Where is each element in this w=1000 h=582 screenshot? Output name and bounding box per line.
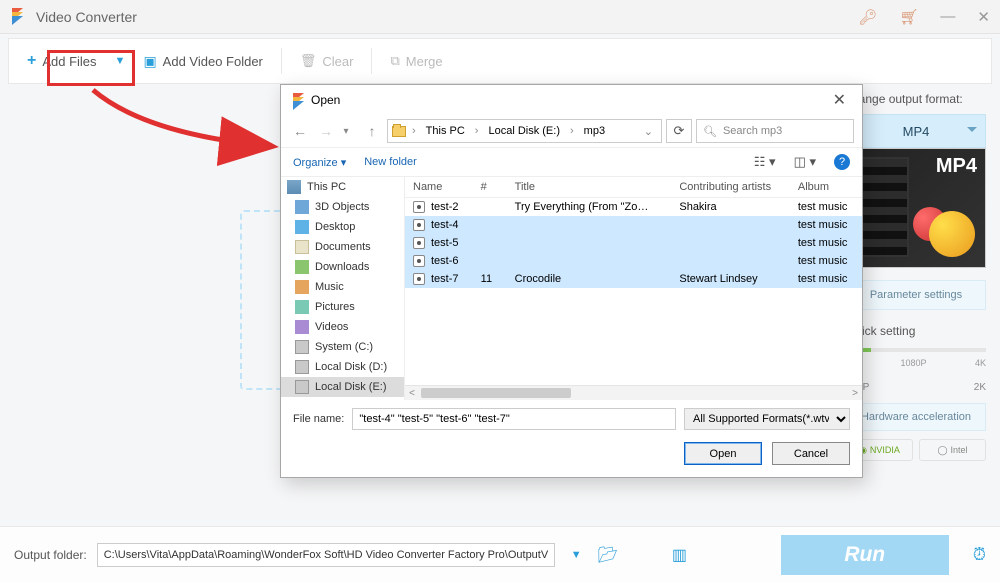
filename-input[interactable] — [352, 408, 676, 430]
cart-icon[interactable]: 🛒︎ — [899, 8, 918, 26]
refresh-button[interactable]: ⟳ — [666, 119, 692, 143]
scheduler-icon[interactable]: ⏰︎ — [973, 545, 986, 565]
browse-folder-icon[interactable]: 📂︎ — [598, 545, 618, 565]
file-row[interactable]: test-6test music — [405, 252, 862, 270]
tree-drive-c[interactable]: System (C:) — [281, 337, 404, 357]
open-button[interactable]: Open — [684, 442, 762, 465]
dialog-close-button[interactable]: ✕ — [827, 90, 852, 110]
tree-downloads[interactable]: Downloads — [281, 257, 404, 277]
col-name[interactable]: Name — [405, 177, 473, 198]
file-row[interactable]: test-5test music — [405, 234, 862, 252]
output-format-dropdown[interactable]: MP4 — [846, 114, 986, 148]
close-app-button[interactable]: ✕ — [977, 8, 990, 26]
folder-tree[interactable]: This PC 3D Objects Desktop Documents Dow… — [281, 177, 405, 400]
quality-slider[interactable] — [846, 348, 986, 352]
tree-drive-e[interactable]: Local Disk (E:) — [281, 377, 404, 397]
open-output-icon[interactable]: ▥ — [672, 545, 687, 565]
parameter-settings-button[interactable]: Parameter settings — [846, 280, 986, 310]
output-folder-input[interactable] — [97, 543, 555, 567]
balloon-art — [929, 211, 975, 257]
col-artists[interactable]: Contributing artists — [671, 177, 790, 198]
file-row[interactable]: test-711CrocodileStewart Lindseytest mus… — [405, 270, 862, 288]
output-format-label: change output format: — [846, 92, 986, 106]
key-icon[interactable]: 🔑︎ — [858, 8, 877, 26]
merge-label: Merge — [406, 54, 443, 69]
format-thumbnail[interactable]: MP4 — [846, 148, 986, 268]
horizontal-scrollbar[interactable]: <> — [405, 385, 862, 400]
intel-chip[interactable]: ◯Intel — [919, 439, 986, 461]
tick: 1080P — [900, 358, 926, 368]
file-type-filter[interactable]: All Supported Formats(*.wtv;*.c — [684, 408, 850, 430]
output-folder-label: Output folder: — [14, 548, 87, 562]
folder-icon: ▣ — [143, 53, 156, 70]
dialog-logo — [291, 93, 305, 107]
audio-file-icon — [413, 273, 425, 285]
col-album[interactable]: Album — [790, 177, 862, 198]
nav-forward-button[interactable]: → — [315, 123, 337, 139]
app-title: Video Converter — [36, 9, 858, 25]
view-mode-button[interactable]: ☷ ▾ — [754, 154, 776, 170]
tree-this-pc[interactable]: This PC — [281, 177, 404, 197]
tree-documents[interactable]: Documents — [281, 237, 404, 257]
filename-label: File name: — [293, 413, 344, 425]
quick-setting-label: Quick setting — [846, 324, 986, 338]
drive-icon — [392, 126, 406, 137]
tree-pictures[interactable]: Pictures — [281, 297, 404, 317]
intel-icon: ◯ — [937, 445, 947, 456]
tutorial-highlight-box — [47, 50, 135, 86]
file-row[interactable]: test-2Try Everything (From "Zo…Shakirate… — [405, 198, 862, 217]
tree-3d-objects[interactable]: 3D Objects — [281, 197, 404, 217]
clear-button[interactable]: 🗑︎ Clear — [282, 39, 372, 83]
search-box[interactable]: 🔍︎ Search mp3 — [696, 119, 854, 143]
dialog-title: Open — [311, 93, 827, 107]
minimize-button[interactable]: — — [940, 8, 955, 25]
add-folder-label: Add Video Folder — [163, 54, 263, 69]
app-logo — [10, 8, 28, 26]
run-button[interactable]: Run — [781, 535, 949, 575]
file-open-dialog: Open ✕ ← → ▾ ↑ › This PC› Local Disk (E:… — [280, 84, 863, 478]
trash-icon: 🗑︎ — [300, 53, 317, 69]
merge-button[interactable]: ⧉ Merge — [372, 39, 460, 83]
output-folder-dropdown[interactable]: ▼ — [565, 549, 588, 561]
nav-up-button[interactable]: ↑ — [361, 123, 383, 139]
clear-label: Clear — [322, 54, 353, 69]
tree-drive-d[interactable]: Local Disk (D:) — [281, 357, 404, 377]
col-num[interactable]: # — [473, 177, 507, 198]
audio-file-icon — [413, 255, 425, 267]
chevron-down-icon[interactable]: ⌄ — [640, 123, 657, 140]
crumb-this-pc[interactable]: This PC — [422, 123, 469, 139]
col-title[interactable]: Title — [507, 177, 672, 198]
tree-videos[interactable]: Videos — [281, 317, 404, 337]
search-placeholder: Search mp3 — [723, 125, 782, 137]
nav-history-dropdown[interactable]: ▾ — [335, 126, 357, 137]
breadcrumb[interactable]: › This PC› Local Disk (E:)› mp3 ⌄ — [387, 119, 662, 143]
merge-icon: ⧉ — [390, 53, 399, 69]
audio-file-icon — [413, 237, 425, 249]
format-thumb-text: MP4 — [936, 155, 977, 178]
help-icon[interactable]: ? — [834, 154, 850, 170]
cancel-button[interactable]: Cancel — [772, 442, 850, 465]
tutorial-arrow — [85, 86, 285, 166]
crumb-drive[interactable]: Local Disk (E:) — [484, 123, 564, 139]
crumb-folder[interactable]: mp3 — [580, 123, 609, 139]
preview-pane-button[interactable]: ◫ ▾ — [794, 154, 816, 170]
tick: 4K — [975, 358, 986, 368]
file-list[interactable]: Name # Title Contributing artists Album … — [405, 177, 862, 385]
plus-icon: + — [27, 52, 36, 70]
audio-file-icon — [413, 201, 425, 213]
nav-back-button[interactable]: ← — [289, 123, 311, 139]
new-folder-button[interactable]: New folder — [364, 156, 417, 168]
size-hint: 2K — [974, 382, 986, 393]
search-icon: 🔍︎ — [703, 125, 717, 138]
audio-file-icon — [413, 219, 425, 231]
tree-music[interactable]: Music — [281, 277, 404, 297]
add-folder-button[interactable]: ▣ Add Video Folder — [125, 39, 280, 83]
tree-desktop[interactable]: Desktop — [281, 217, 404, 237]
organize-menu[interactable]: Organize ▾ — [293, 156, 346, 169]
file-row[interactable]: test-4test music — [405, 216, 862, 234]
hw-accel-button[interactable]: Hardware acceleration — [846, 403, 986, 431]
